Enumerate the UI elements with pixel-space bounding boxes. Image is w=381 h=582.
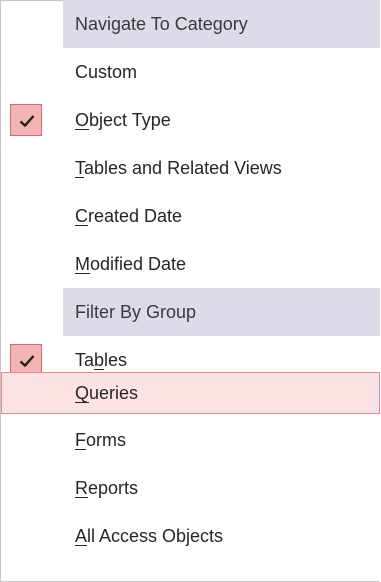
- checkmark-icon: [10, 104, 42, 136]
- menu-item-reports[interactable]: Reports: [1, 464, 380, 512]
- menu-item-label: odified Date: [90, 254, 187, 274]
- menu-item-modified-date[interactable]: Modified Date: [1, 240, 380, 288]
- menu-item-all-access-objects[interactable]: All Access Objects: [1, 512, 380, 560]
- menu-item-label: orms: [86, 430, 126, 450]
- menu-item-label: ll Access Objects: [87, 526, 224, 546]
- menu-item-label: Custom: [75, 62, 138, 82]
- menu-item-label: bject Type: [89, 110, 171, 130]
- section-header-label: Filter By Group: [75, 302, 197, 322]
- menu-item-tables-and-related-views[interactable]: Tables and Related Views: [1, 144, 380, 192]
- menu-item-forms[interactable]: Forms: [1, 416, 380, 464]
- menu-item-object-type[interactable]: Object Type: [1, 96, 380, 144]
- section-header-navigate-to-category: Navigate To Category: [1, 0, 380, 48]
- navigation-pane-context-menu: Navigate To Category Custom Object Type …: [0, 0, 380, 582]
- menu-item-label: reated Date: [88, 206, 183, 226]
- menu-item-label: ables and Related Views: [84, 158, 282, 178]
- menu-item-custom[interactable]: Custom: [1, 48, 380, 96]
- menu-item-queries[interactable]: Queries: [1, 372, 380, 414]
- section-header-label: Navigate To Category: [75, 14, 248, 34]
- menu-item-label: les: [104, 350, 128, 370]
- menu-item-label: eports: [88, 478, 139, 498]
- menu-item-created-date[interactable]: Created Date: [1, 192, 380, 240]
- section-header-filter-by-group: Filter By Group: [1, 288, 380, 336]
- menu-item-label: ueries: [89, 383, 139, 403]
